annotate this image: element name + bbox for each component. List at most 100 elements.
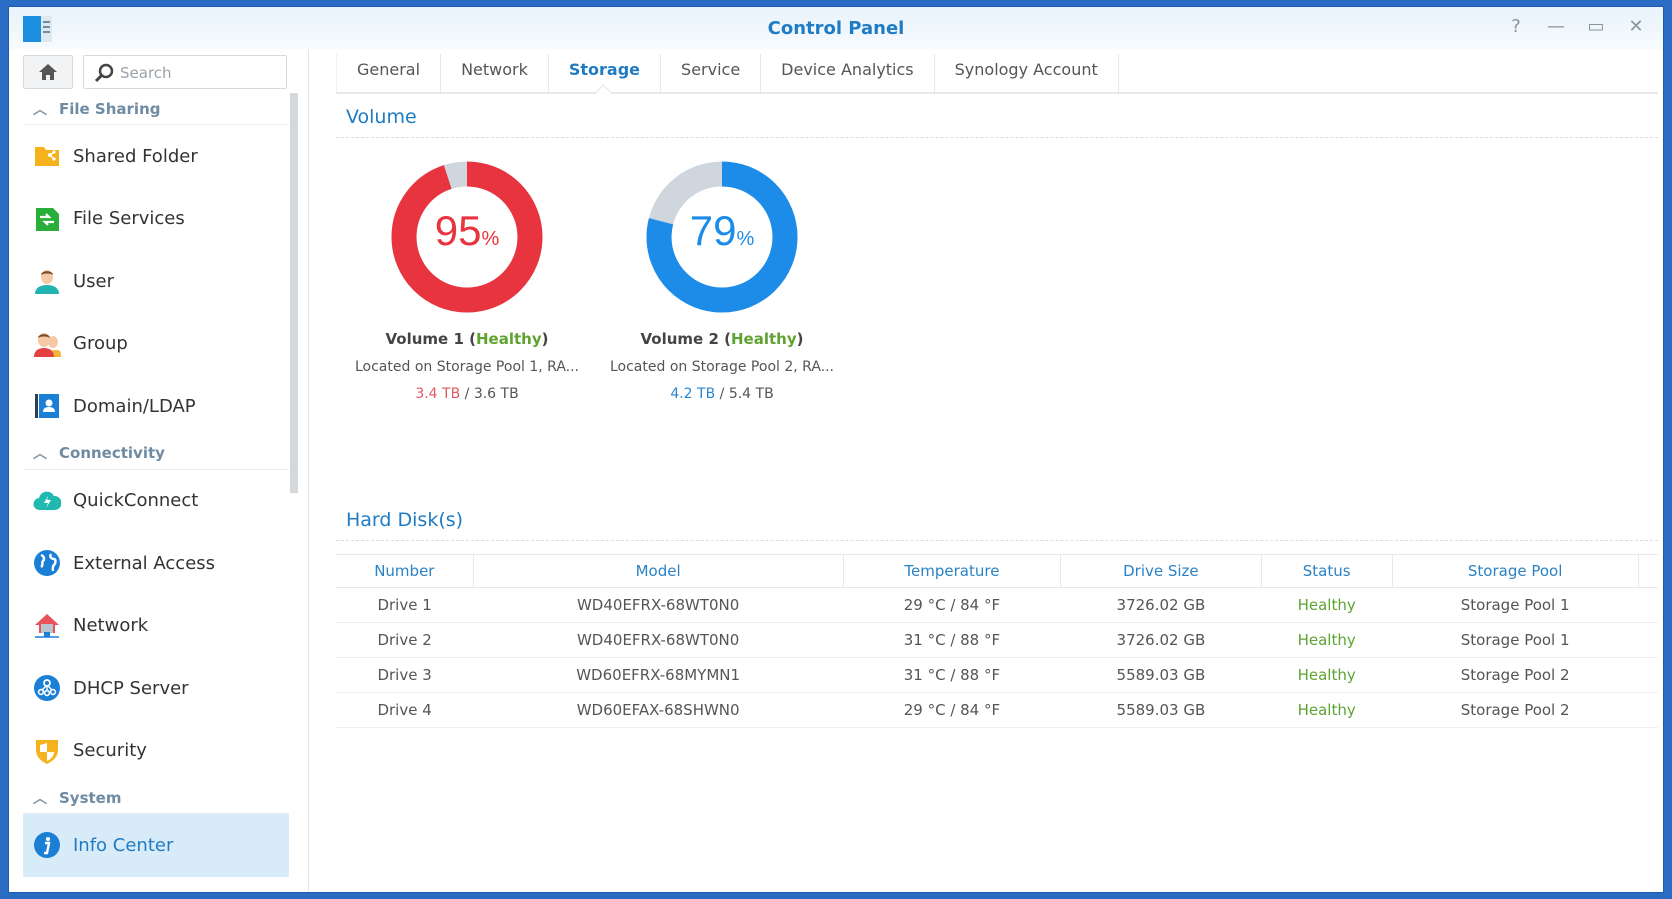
- cell-drive-size: 3726.02 GB: [1060, 587, 1262, 623]
- chevron-up-icon: ︿: [33, 101, 47, 118]
- sidebar-nav: ︿ File Sharing Shared Folder File Services U…: [23, 93, 293, 892]
- cell-status: Healthy: [1261, 657, 1393, 693]
- column-header-model[interactable]: Model: [473, 554, 844, 588]
- column-header-drive-size[interactable]: Drive Size: [1060, 554, 1262, 588]
- sidebar-group-connectivity[interactable]: ︿ Connectivity: [23, 438, 289, 470]
- dhcp-icon: [33, 674, 61, 702]
- minimize-icon[interactable]: —: [1547, 17, 1565, 37]
- sidebar-item-domain-ldap[interactable]: Domain/LDAP: [23, 375, 289, 438]
- shield-icon: [33, 737, 61, 765]
- tab-network[interactable]: Network: [441, 54, 549, 92]
- volume-name: Volume 2 (Healthy): [640, 330, 804, 348]
- volume-used: 4.2 TB: [670, 386, 716, 402]
- cell-drive-size: 5589.03 GB: [1060, 657, 1262, 693]
- percent-value: 79: [689, 207, 737, 254]
- sidebar-group-file-sharing[interactable]: ︿ File Sharing: [23, 93, 289, 125]
- hard-disks-section-title: Hard Disk(s): [336, 509, 1658, 541]
- cell-status: Healthy: [1261, 692, 1393, 728]
- table-row[interactable]: Drive 2 WD40EFRX-68WT0N0 31 °C / 88 °F 3726…: [336, 622, 1658, 658]
- sidebar-item-label: User: [73, 270, 115, 292]
- maximize-icon[interactable]: ▭: [1587, 17, 1605, 37]
- cell-number: Drive 3: [336, 657, 474, 693]
- sidebar-item-shared-folder[interactable]: Shared Folder: [23, 125, 289, 188]
- table-row[interactable]: Drive 1 WD40EFRX-68WT0N0 29 °C / 84 °F 3726…: [336, 587, 1658, 623]
- sidebar-item-label: QuickConnect: [73, 490, 199, 512]
- cell-temperature: 29 °C / 84 °F: [843, 692, 1061, 728]
- sidebar-item-quickconnect[interactable]: QuickConnect: [23, 470, 289, 533]
- search-field[interactable]: [83, 55, 287, 89]
- chevron-up-icon: ︿: [33, 446, 47, 462]
- cell-storage-pool: Storage Pool 1: [1392, 587, 1638, 623]
- cell-spacer: [1638, 692, 1658, 728]
- cell-temperature: 29 °C / 84 °F: [843, 587, 1061, 623]
- percent-value: 95: [434, 207, 482, 254]
- column-header-temperature[interactable]: Temperature: [843, 554, 1062, 588]
- volume-total: 5.4 TB: [728, 386, 774, 402]
- table-row[interactable]: Drive 3 WD60EFRX-68MYMN1 31 °C / 88 °F 5589…: [336, 657, 1658, 693]
- sidebar-group-system[interactable]: ︿ System: [23, 782, 289, 814]
- cell-model: WD60EFRX-68MYMN1: [473, 657, 844, 693]
- control-panel-window: Control Panel ? — ▭ ✕ ︿ File Sharing Share…: [8, 6, 1664, 893]
- volume-usage-percent: 79%: [646, 207, 798, 255]
- sidebar-item-group[interactable]: Group: [23, 313, 289, 376]
- volume-card: 95% Volume 1 (Healthy) Located on Storage …: [347, 161, 587, 402]
- volume-status: Healthy: [475, 330, 542, 348]
- volume-usage-donut: 79%: [646, 161, 798, 313]
- cell-number: Drive 1: [336, 587, 474, 623]
- cell-temperature: 31 °C / 88 °F: [843, 657, 1061, 693]
- sidebar: ︿ File Sharing Shared Folder File Services U…: [9, 49, 309, 892]
- percent-sign: %: [736, 228, 755, 250]
- table-row[interactable]: Drive 4 WD60EFAX-68SHWN0 29 °C / 84 °F 5589…: [336, 692, 1658, 728]
- percent-sign: %: [481, 228, 500, 250]
- home-button[interactable]: [23, 55, 73, 89]
- sidebar-item-external-access[interactable]: External Access: [23, 532, 289, 595]
- sidebar-item-file-services[interactable]: File Services: [23, 188, 289, 251]
- column-header-storage-pool[interactable]: Storage Pool: [1392, 554, 1639, 588]
- volume-location: Located on Storage Pool 2, RA...: [609, 359, 834, 375]
- sidebar-item-security[interactable]: Security: [23, 720, 289, 783]
- chevron-up-icon: ︿: [33, 790, 47, 807]
- cell-spacer: [1638, 622, 1658, 658]
- sidebar-item-info-center[interactable]: Info Center: [23, 814, 289, 877]
- cell-model: WD40EFRX-68WT0N0: [473, 622, 844, 658]
- cell-storage-pool: Storage Pool 2: [1392, 657, 1638, 693]
- sidebar-item-label: Domain/LDAP: [73, 395, 196, 417]
- cell-status: Healthy: [1261, 587, 1393, 623]
- volume-section-title: Volume: [336, 106, 1658, 138]
- sidebar-item-network[interactable]: Network: [23, 595, 289, 658]
- help-icon[interactable]: ?: [1507, 17, 1525, 37]
- sidebar-item-dhcp-server[interactable]: DHCP Server: [23, 657, 289, 720]
- close-icon[interactable]: ✕: [1627, 17, 1645, 37]
- sidebar-group-label: File Sharing: [59, 99, 161, 118]
- volume-name: Volume 1 (Healthy): [385, 330, 549, 348]
- tab-general[interactable]: General: [336, 54, 442, 92]
- column-header-number[interactable]: Number: [336, 554, 474, 588]
- home-icon: [39, 64, 57, 80]
- column-header-status[interactable]: Status: [1261, 554, 1393, 588]
- sidebar-item-label: Info Center: [73, 834, 174, 856]
- domain-ldap-icon: [33, 392, 61, 420]
- cell-status: Healthy: [1261, 622, 1393, 658]
- tab-storage[interactable]: Storage: [549, 54, 662, 92]
- sidebar-group-label: System: [59, 788, 122, 807]
- volume-used: 3.4 TB: [415, 386, 461, 402]
- cell-spacer: [1638, 657, 1658, 693]
- tab-device-analytics[interactable]: Device Analytics: [761, 54, 935, 92]
- shared-folder-icon: [33, 142, 61, 170]
- volume-usage-percent: 95%: [391, 207, 543, 255]
- group-icon: [33, 330, 61, 358]
- volume-capacity: 3.4 TB / 3.6 TB: [415, 386, 519, 402]
- cell-model: WD40EFRX-68WT0N0: [473, 587, 844, 623]
- cell-number: Drive 4: [336, 692, 474, 728]
- sidebar-item-label: Group: [73, 333, 128, 355]
- tab-synology-account[interactable]: Synology Account: [935, 54, 1119, 92]
- cell-storage-pool: Storage Pool 2: [1392, 692, 1638, 728]
- search-input[interactable]: [120, 62, 280, 84]
- sidebar-item-label: Network: [73, 615, 149, 637]
- sidebar-item-user[interactable]: User: [23, 250, 289, 313]
- sidebar-item-label: External Access: [73, 552, 216, 574]
- window-title: Control Panel: [767, 18, 905, 39]
- tab-service[interactable]: Service: [661, 54, 762, 92]
- globe-icon: [33, 549, 61, 577]
- volume-label: Volume 2: [640, 330, 719, 348]
